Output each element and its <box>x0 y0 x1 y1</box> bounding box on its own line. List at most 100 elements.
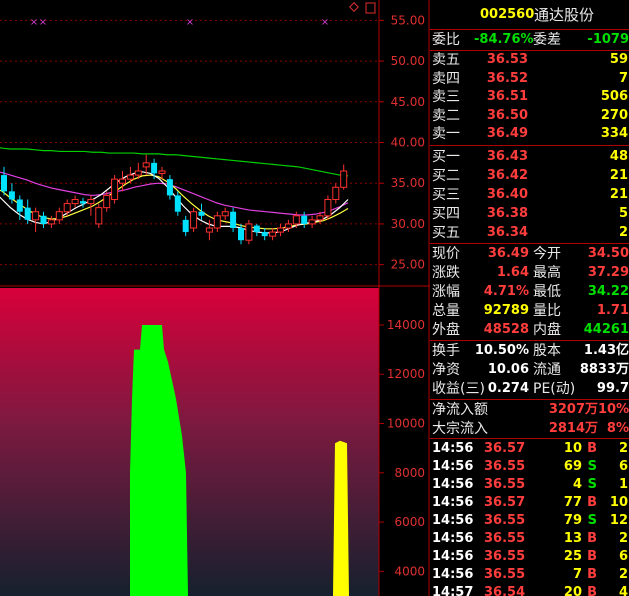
stock-header: 002560 通达股份 <box>430 6 629 24</box>
stat-label: 最低 <box>533 284 561 300</box>
candle-body <box>166 179 173 196</box>
ask-row: 卖二 36.50 270 <box>430 107 629 125</box>
trade-price: 36.57 <box>484 441 526 456</box>
section-divider <box>430 145 629 146</box>
candle-body <box>80 201 86 204</box>
candle-body <box>182 219 189 233</box>
ask-label: 卖五 <box>432 52 460 68</box>
ask-price: 36.49 <box>486 126 528 141</box>
section-divider <box>430 29 629 30</box>
trade-row: 14:56 36.55 7 B 2 <box>430 566 629 584</box>
ask-row: 卖三 36.51 506 <box>430 88 629 106</box>
stat2-value: 1.43亿 <box>583 343 629 358</box>
candle-body <box>245 223 253 241</box>
candle-body <box>134 170 142 176</box>
ma-line <box>0 147 349 177</box>
bid-row: 买一 36.43 48 <box>430 148 629 166</box>
stat-label: 内盘 <box>533 322 561 338</box>
candle-body <box>87 199 95 205</box>
section-divider <box>430 399 629 400</box>
webi-row: 委比 -84.76% 委差 -1079 <box>430 31 629 49</box>
stat2-value: 8833万 <box>579 362 629 377</box>
trade-price: 36.55 <box>484 549 526 564</box>
trade-price: 36.55 <box>484 567 526 582</box>
candle-body <box>292 215 300 225</box>
stat-value: 37.29 <box>587 265 629 280</box>
marker-x: × <box>39 17 47 28</box>
bid-label: 买四 <box>432 206 460 222</box>
trade-time: 14:56 <box>432 567 474 582</box>
stat-row: 现价 36.49 今开 34.50 <box>430 245 629 263</box>
candle-body <box>111 178 119 200</box>
candle-body <box>269 231 277 237</box>
top-markers: × × × × <box>30 17 329 28</box>
trade-price: 36.55 <box>484 477 526 492</box>
weicha-value: -1079 <box>587 32 629 47</box>
trade-volume: 4 <box>572 477 582 492</box>
trade-volume: 20 <box>563 585 582 596</box>
bid-price: 36.42 <box>486 168 528 183</box>
bid-volume: 48 <box>609 149 628 164</box>
candle-body <box>40 215 47 224</box>
candle-body <box>151 162 158 174</box>
diamond-icon[interactable] <box>349 2 359 12</box>
ask-volume: 334 <box>600 126 628 141</box>
stat-value: 1.71 <box>596 303 629 318</box>
ask-price: 36.50 <box>486 107 528 123</box>
stat-label: 总量 <box>432 303 460 319</box>
candle-body <box>16 199 23 212</box>
bid-label: 买一 <box>432 149 460 165</box>
kline-tick-label: 45.00 <box>391 95 425 109</box>
trade-price: 36.57 <box>484 495 526 510</box>
bid-price: 36.43 <box>486 149 528 164</box>
candle-body <box>277 227 284 233</box>
square-icon[interactable] <box>365 2 376 14</box>
stat2-value: 10.50% <box>474 343 529 358</box>
stat2-value: 0.274 <box>487 381 529 396</box>
trade-time: 14:56 <box>432 441 474 456</box>
stat-row: 外盘 48528 内盘 44261 <box>430 321 629 339</box>
flow-value: 3207万 <box>548 402 598 417</box>
stat-label: 涨幅 <box>432 284 460 300</box>
candle-body <box>24 207 31 220</box>
flow-row: 大宗流入 2814万 8% <box>430 420 629 438</box>
kline-grid <box>0 19 379 266</box>
trade-volume: 69 <box>563 459 582 474</box>
chart-panel[interactable]: 55.00 50.00 45.00 40.00 35.00 30.00 25.00 14000… <box>0 0 430 596</box>
candle-body <box>71 199 79 205</box>
flow-pct: 8% <box>606 421 629 436</box>
bid-volume: 5 <box>618 206 628 221</box>
trade-side: S <box>587 459 597 474</box>
kline-tick-label: 25.00 <box>391 258 425 272</box>
stat-label: 今开 <box>533 246 561 262</box>
flow-label: 大宗流入 <box>432 421 488 437</box>
chip-background <box>0 288 379 596</box>
trade-volume: 13 <box>563 531 582 546</box>
trade-price: 36.54 <box>484 585 526 596</box>
bid-row: 买五 36.34 2 <box>430 224 629 242</box>
stat-label: 现价 <box>432 246 460 262</box>
chart-svg[interactable]: 55.00 50.00 45.00 40.00 35.00 30.00 25.00 14000… <box>0 0 430 596</box>
stat2-value: 99.7 <box>596 381 629 396</box>
kline-tick-label: 40.00 <box>391 136 425 150</box>
stat2-label: PE(动) <box>533 381 576 397</box>
candle-body <box>198 211 205 216</box>
kline-tick-label: 30.00 <box>391 217 425 231</box>
trade-volume: 25 <box>563 549 582 564</box>
bid-price: 36.38 <box>486 206 528 221</box>
ma-line <box>0 171 349 216</box>
webi-label: 委比 <box>432 32 460 48</box>
flow-row: 净流入额 3207万 10% <box>430 401 629 419</box>
candle-body <box>103 194 111 209</box>
stock-name: 通达股份 <box>534 6 595 24</box>
ask-label: 卖二 <box>432 107 460 124</box>
ask-label: 卖四 <box>432 70 460 87</box>
candle-body <box>261 232 268 237</box>
trade-row: 14:56 36.55 79 S 12 <box>430 512 629 530</box>
trade-row: 14:56 36.55 13 B 2 <box>430 530 629 548</box>
section-divider <box>430 340 629 341</box>
trade-price: 36.55 <box>484 513 526 528</box>
header-icons[interactable] <box>349 2 376 14</box>
trade-row: 14:56 36.55 25 B 6 <box>430 548 629 566</box>
stat2-row: 换手 10.50% 股本 1.43亿 <box>430 342 629 360</box>
